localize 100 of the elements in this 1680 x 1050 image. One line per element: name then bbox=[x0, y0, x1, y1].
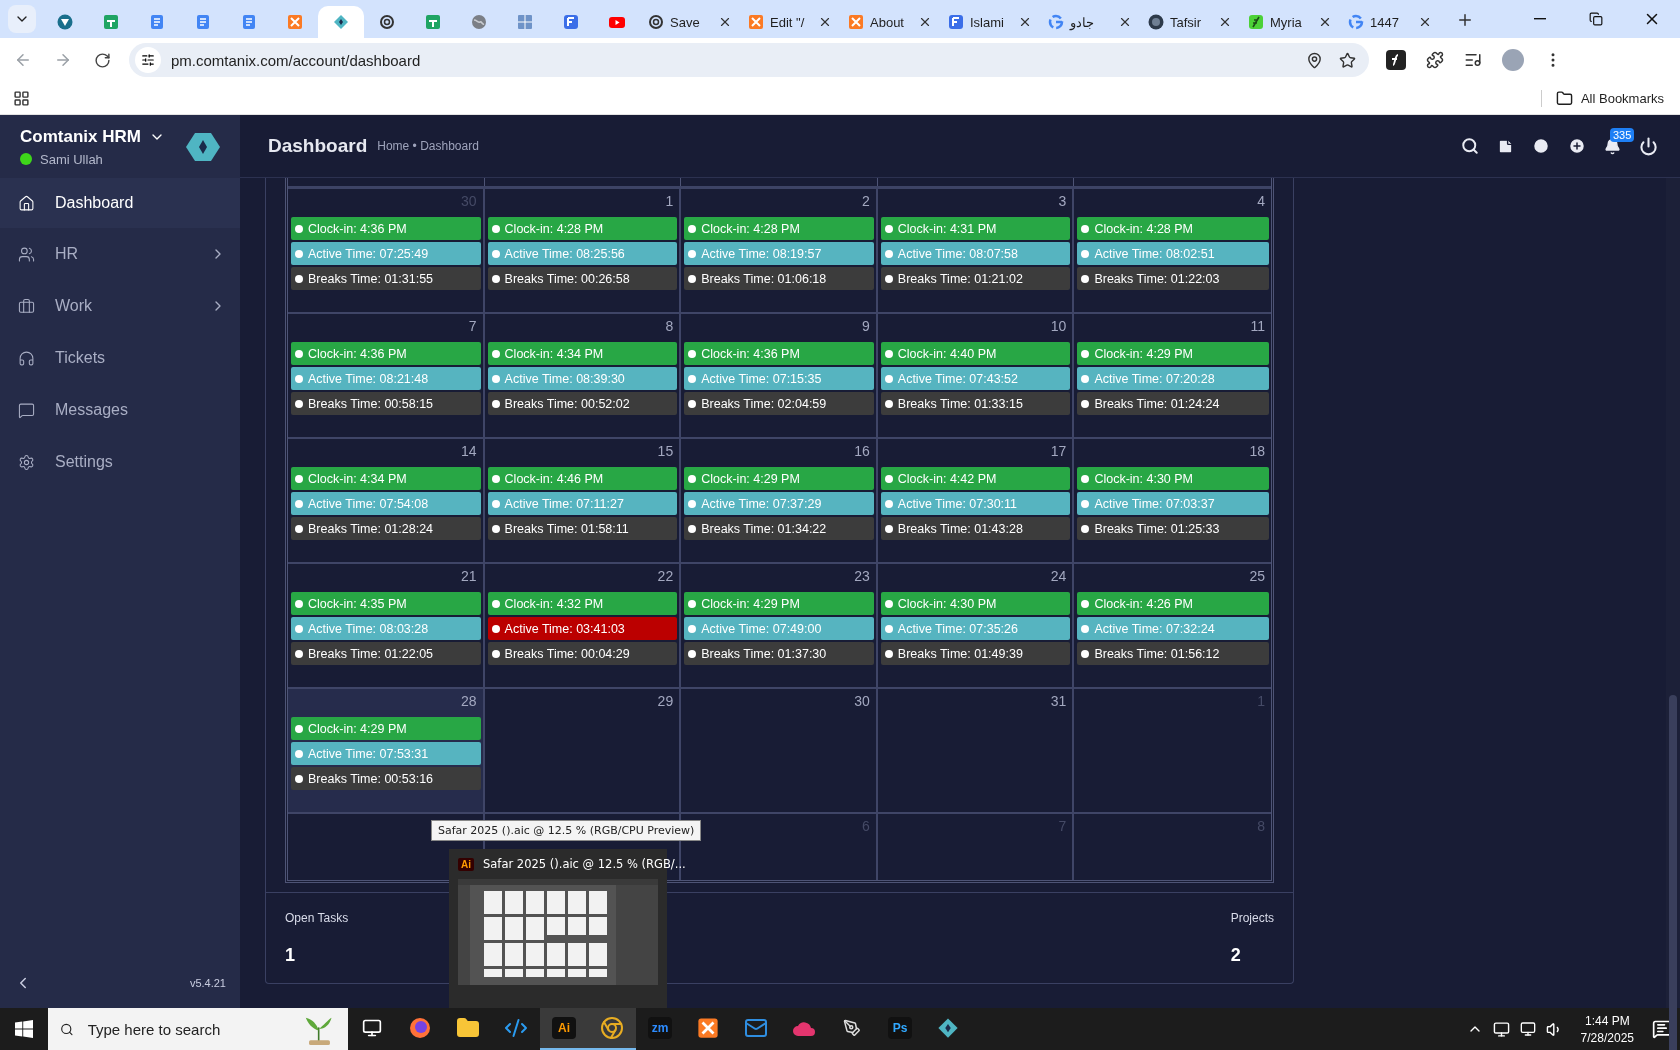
calendar-event[interactable]: Breaks Time: 01:25:33 bbox=[1077, 517, 1269, 540]
document-icon bbox=[241, 14, 257, 30]
calendar-event[interactable]: Breaks Time: 01:06:18 bbox=[684, 267, 874, 290]
bell-icon[interactable] bbox=[1604, 137, 1621, 155]
reload-icon bbox=[94, 51, 111, 69]
day-number: 22 bbox=[657, 568, 674, 584]
restore-icon bbox=[1589, 12, 1603, 26]
folder-icon bbox=[456, 1016, 480, 1040]
calendar-event[interactable]: Breaks Time: 01:22:05 bbox=[291, 642, 481, 665]
chrome-icon bbox=[600, 1016, 624, 1040]
nav-item[interactable]: Dashboard bbox=[0, 178, 240, 228]
calendar-event[interactable]: Breaks Time: 01:24:24 bbox=[1077, 392, 1269, 415]
tab-title: Myria bbox=[1270, 14, 1303, 30]
day-number: 24 bbox=[1050, 568, 1067, 584]
xampp-icon bbox=[697, 1017, 719, 1039]
tab-title: جادو bbox=[1070, 14, 1095, 30]
taskbar-app[interactable]: Ai bbox=[540, 1008, 588, 1050]
taskbar-search-field[interactable]: Type here to search bbox=[48, 1008, 348, 1050]
day-number: 28 bbox=[461, 693, 477, 709]
search-input[interactable]: Type here to search bbox=[85, 1019, 289, 1039]
display-icon[interactable] bbox=[1492, 1020, 1510, 1038]
stat-value: 2 bbox=[1230, 945, 1241, 966]
close-icon[interactable] bbox=[918, 15, 932, 29]
calendar-event[interactable]: Breaks Time: 01:49:39 bbox=[880, 642, 1071, 665]
all-bookmarks-button[interactable]: All Bookmarks bbox=[1540, 89, 1670, 107]
scroll-thumb[interactable] bbox=[1669, 695, 1677, 1050]
site-info-button[interactable] bbox=[135, 47, 161, 73]
calendar-event[interactable]: Breaks Time: 00:53:16 bbox=[291, 767, 481, 790]
day-number: 11 bbox=[1250, 318, 1265, 334]
search-icon[interactable] bbox=[1461, 137, 1479, 155]
taskbar-app[interactable]: Ps bbox=[876, 1008, 924, 1050]
close-icon[interactable] bbox=[1218, 15, 1232, 29]
user-name: Sami Ullah bbox=[40, 151, 103, 167]
browser-tab[interactable]: Myria bbox=[1240, 6, 1340, 38]
nav-label: Settings bbox=[55, 453, 114, 471]
diamond-icon bbox=[937, 1017, 959, 1039]
close-icon[interactable] bbox=[818, 15, 832, 29]
logo-icon bbox=[186, 131, 220, 162]
nav-item[interactable]: Work bbox=[0, 280, 240, 332]
calendar-event[interactable]: Breaks Time: 01:58:11 bbox=[487, 517, 678, 540]
app-icon: Ai bbox=[552, 1017, 576, 1039]
nav-item[interactable]: Settings bbox=[0, 436, 240, 488]
taskbar-app[interactable]: zm bbox=[636, 1008, 684, 1050]
close-icon[interactable] bbox=[1018, 15, 1032, 29]
form-icon bbox=[563, 14, 579, 30]
day-number: 8 bbox=[665, 318, 674, 334]
folder-icon bbox=[1555, 89, 1573, 107]
day-number: 17 bbox=[1050, 443, 1067, 459]
close-icon[interactable] bbox=[1118, 15, 1132, 29]
calendar-event[interactable]: Breaks Time: 00:26:58 bbox=[487, 267, 678, 290]
add-icon[interactable] bbox=[1568, 137, 1586, 155]
calendar-event[interactable]: Breaks Time: 01:37:30 bbox=[684, 642, 874, 665]
day-number: 4 bbox=[1257, 193, 1265, 209]
calendar-event[interactable]: Breaks Time: 01:43:28 bbox=[880, 517, 1071, 540]
notification-icon[interactable] bbox=[1652, 1019, 1672, 1039]
calendar-event[interactable]: Breaks Time: 01:31:55 bbox=[291, 267, 481, 290]
settings-icon bbox=[18, 453, 35, 471]
calendar-event[interactable]: Breaks Time: 00:04:29 bbox=[487, 642, 678, 665]
page-title: Dashboard bbox=[268, 135, 368, 157]
browser-tab[interactable]: About bbox=[840, 6, 940, 38]
extension-icon[interactable] bbox=[1383, 47, 1409, 73]
calendar-event[interactable]: Breaks Time: 01:21:02 bbox=[880, 267, 1071, 290]
browser-tab[interactable]: 1447 bbox=[1340, 6, 1440, 38]
nav-item[interactable]: Tickets bbox=[0, 332, 240, 384]
close-icon[interactable] bbox=[1418, 15, 1432, 29]
calendar-event[interactable]: Active Time: 03:41:03 bbox=[487, 617, 678, 640]
stat-label: Projects bbox=[1230, 911, 1274, 925]
calendar-event[interactable]: Breaks Time: 01:33:15 bbox=[880, 392, 1071, 415]
calendar-event[interactable]: Breaks Time: 01:28:24 bbox=[291, 517, 481, 540]
nav-item[interactable]: Messages bbox=[0, 384, 240, 436]
close-icon[interactable] bbox=[1318, 15, 1332, 29]
brand-menu[interactable]: Comtanix HRM bbox=[20, 126, 178, 147]
calendar-event[interactable]: Breaks Time: 00:52:02 bbox=[487, 392, 678, 415]
version-label: v5.4.21 bbox=[189, 977, 226, 989]
power-icon[interactable] bbox=[1639, 136, 1658, 156]
calendar-event[interactable]: Breaks Time: 02:04:59 bbox=[684, 392, 874, 415]
tab-title: About bbox=[870, 14, 905, 30]
note-icon[interactable] bbox=[1497, 137, 1514, 155]
browser-tab[interactable]: Tafsir bbox=[1140, 6, 1240, 38]
clock[interactable]: 1:44 PM 7/28/2025 bbox=[1572, 1013, 1642, 1045]
tab-title: Islami bbox=[970, 14, 1005, 30]
time-label: 1:44 PM bbox=[1584, 1013, 1630, 1028]
mail-icon bbox=[744, 1016, 768, 1040]
day-number: 10 bbox=[1050, 318, 1067, 334]
calendar-event[interactable]: Breaks Time: 01:34:22 bbox=[684, 517, 874, 540]
browser-tab[interactable]: جادو bbox=[1040, 6, 1140, 38]
browser-tab[interactable]: Save bbox=[640, 6, 740, 38]
day-number: 30 bbox=[854, 693, 870, 709]
day-number: 16 bbox=[854, 443, 870, 459]
calendar-event[interactable]: Breaks Time: 01:22:03 bbox=[1077, 267, 1269, 290]
diamond-icon bbox=[333, 14, 349, 30]
calendar-event[interactable]: Breaks Time: 00:58:15 bbox=[291, 392, 481, 415]
browser-tab[interactable]: Islami bbox=[940, 6, 1040, 38]
nav-item[interactable]: HR bbox=[0, 228, 240, 280]
browser-tab[interactable]: Edit "/ bbox=[740, 6, 840, 38]
google-icon bbox=[1048, 14, 1064, 30]
close-icon[interactable] bbox=[718, 15, 732, 29]
calendar-event[interactable]: Breaks Time: 01:56:12 bbox=[1077, 642, 1269, 665]
breadcrumb: Home • Dashboard bbox=[377, 139, 479, 153]
tab-list-button[interactable] bbox=[8, 5, 36, 33]
